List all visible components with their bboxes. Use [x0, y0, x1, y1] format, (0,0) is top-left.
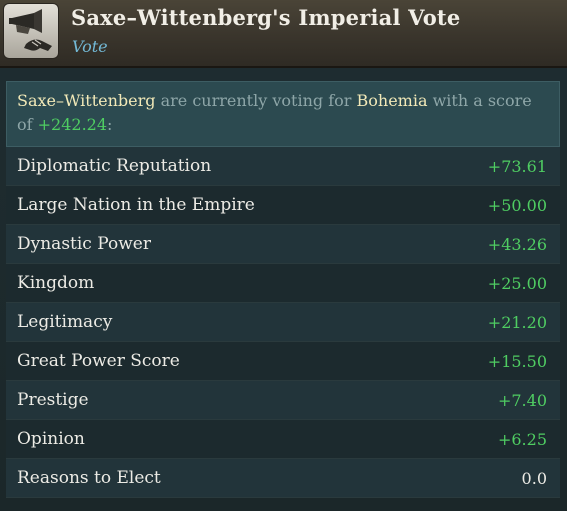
vote-breakdown-list: Diplomatic Reputation +73.61 Large Natio… — [6, 147, 560, 498]
window-subtitle: Vote — [72, 37, 108, 56]
factor-value: +50.00 — [487, 196, 547, 215]
factor-label: Large Nation in the Empire — [17, 195, 255, 215]
total-score: +242.24 — [37, 115, 108, 134]
imperial-vote-window: Saxe–Wittenberg's Imperial Vote Vote Sax… — [0, 0, 567, 511]
factor-value: +21.20 — [487, 313, 547, 332]
factor-label: Kingdom — [17, 273, 95, 293]
factor-value: +6.25 — [497, 430, 547, 449]
list-item: Large Nation in the Empire +50.00 — [6, 186, 560, 225]
factor-label: Legitimacy — [17, 312, 113, 332]
list-item: Legitimacy +21.20 — [6, 303, 560, 342]
factor-label: Great Power Score — [17, 351, 180, 371]
herald-trumpet-handshake-icon — [3, 3, 59, 59]
window-title: Saxe–Wittenberg's Imperial Vote — [71, 5, 461, 30]
summary-text-1: are currently voting for — [155, 91, 357, 110]
list-item: Kingdom +25.00 — [6, 264, 560, 303]
factor-label: Reasons to Elect — [17, 468, 161, 488]
voter-name: Saxe–Wittenberg — [17, 91, 156, 110]
factor-label: Dynastic Power — [17, 234, 151, 254]
factor-value: +25.00 — [487, 274, 547, 293]
summary-text-3: : — [107, 115, 113, 134]
list-item: Opinion +6.25 — [6, 420, 560, 459]
window-header: Saxe–Wittenberg's Imperial Vote Vote — [0, 0, 567, 68]
factor-value: +73.61 — [487, 157, 547, 176]
factor-label: Prestige — [17, 390, 89, 410]
list-item: Diplomatic Reputation +73.61 — [6, 147, 560, 186]
factor-value: +43.26 — [487, 235, 547, 254]
factor-value: +7.40 — [497, 391, 547, 410]
list-item: Prestige +7.40 — [6, 381, 560, 420]
list-item: Dynastic Power +43.26 — [6, 225, 560, 264]
list-item: Reasons to Elect 0.0 — [6, 459, 560, 498]
vote-summary: Saxe–Wittenberg are currently voting for… — [6, 81, 560, 147]
factor-value: 0.0 — [521, 469, 547, 488]
factor-label: Opinion — [17, 429, 85, 449]
factor-label: Diplomatic Reputation — [17, 156, 212, 176]
candidate-name: Bohemia — [356, 91, 428, 110]
list-item: Great Power Score +15.50 — [6, 342, 560, 381]
factor-value: +15.50 — [487, 352, 547, 371]
